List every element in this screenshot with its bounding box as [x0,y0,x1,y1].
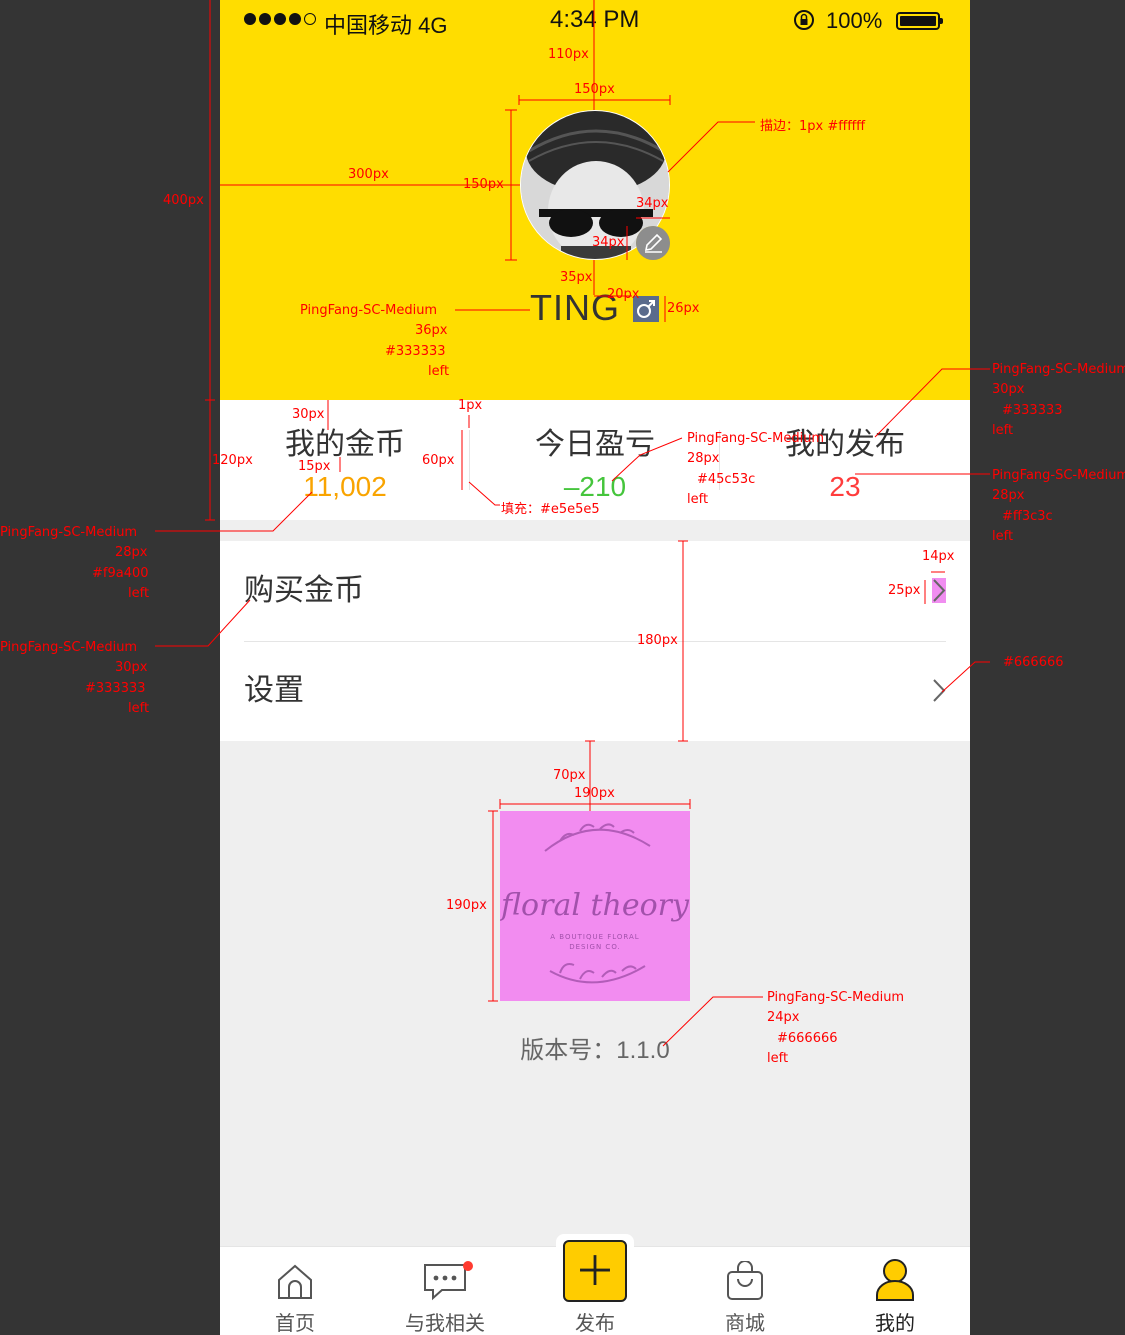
tab-label: 首页 [275,1313,315,1335]
annotation: 1px [458,398,483,413]
carrier-label: 中国移动 4G [324,13,448,38]
annotation: left [128,701,150,716]
annotation: 20px [607,287,640,302]
annotation: left [992,423,1014,438]
rotation-lock-icon [794,10,814,30]
annotation: 34px [592,235,625,250]
annotation: 28px [687,451,720,466]
home-icon [278,1264,312,1299]
annotation: 26px [667,301,700,316]
brand-logo: floral theory A BOUTIQUE FLORAL DESIGN C… [500,811,690,1001]
annotation: 400px [163,193,204,208]
edit-avatar-icon[interactable] [636,226,670,260]
person-icon [876,1259,914,1301]
stat-value: 11,002 [303,471,387,502]
annotation: 36px [415,323,448,338]
annotation: PingFang-SC-Medium [300,303,438,318]
annotation: 34px [636,196,669,211]
annotation: 190px [446,898,487,913]
clock: 4:34 PM [550,6,640,33]
svg-text:A BOUTIQUE FLORAL: A BOUTIQUE FLORAL [550,933,639,941]
svg-text:DESIGN CO.: DESIGN CO. [569,943,621,951]
annotation: 15px [298,459,331,474]
stat-value: 23 [829,471,861,502]
tab-label: 与我相关 [405,1313,485,1335]
profile-header: 中国移动 4G 4:34 PM 100% TING [220,0,970,400]
battery-percent: 100% [826,8,883,33]
signal-icon [244,13,316,25]
stat-today-pnl[interactable]: 今日盈亏 –210 [470,428,720,503]
annotation: PingFang-SC-Medium [687,431,825,446]
annotation: PingFang-SC-Medium [767,990,905,1005]
menu-item-label: 设置 [244,674,304,707]
annotation: 30px [992,382,1025,397]
menu-item-buy-coins[interactable]: 购买金币 [220,541,970,641]
battery-icon [896,12,943,30]
annotation: PingFang-SC-Medium [0,640,138,655]
annotation: 描边：1px #ffffff [760,119,866,134]
annotation: 28px [992,488,1025,503]
annotation: left [767,1051,789,1066]
annotation: 24px [767,1010,800,1025]
annotation: 14px [922,549,955,564]
tab-related[interactable]: 与我相关 [370,1247,520,1335]
annotation: 30px [115,660,148,675]
annotation: 180px [637,633,678,648]
tab-label: 发布 [575,1313,615,1335]
tab-home[interactable]: 首页 [220,1247,370,1335]
chevron-right-icon [932,578,946,603]
annotation: left [992,529,1014,544]
annotation: 28px [115,545,148,560]
annotation: left [128,586,150,601]
menu-item-label: 购买金币 [244,574,364,607]
svg-text:floral theory: floral theory [500,888,690,923]
annotation: left [428,364,450,379]
annotation: 110px [548,47,589,62]
annotation: 60px [422,453,455,468]
annotation: 150px [574,82,615,97]
annotation: #f9a400 [92,566,149,581]
tab-label: 商城 [725,1313,765,1335]
annotation: 70px [553,768,586,783]
publish-button[interactable] [563,1240,627,1302]
annotation: 300px [348,167,389,182]
annotation: 30px [292,407,325,422]
stat-label: 今日盈亏 [535,428,655,461]
annotation: #ff3c3c [1002,509,1053,524]
annotation: #666666 [1003,655,1064,670]
menu-item-settings[interactable]: 设置 [220,641,970,741]
annotation: PingFang-SC-Medium [992,362,1125,377]
annotation: #333333 [385,344,446,359]
annotation: 120px [212,453,253,468]
annotation: PingFang-SC-Medium [0,525,138,540]
version-label: 版本号：1.1.0 [520,1037,670,1064]
annotation: left [687,492,709,507]
bag-icon [727,1261,763,1300]
tab-mine[interactable]: 我的 [820,1247,970,1335]
status-bar: 中国移动 4G 4:34 PM 100% [220,0,970,42]
annotation: #333333 [85,681,146,696]
phone-screen: 中国移动 4G 4:34 PM 100% TING 我的金币 11,002 今日… [220,0,970,1335]
chevron-right-icon [933,679,946,702]
notification-badge [463,1261,473,1271]
menu-list: 购买金币 设置 [220,541,970,741]
annotation: 25px [888,583,921,598]
annotation: PingFang-SC-Medium [992,468,1125,483]
annotation: 190px [574,786,615,801]
annotation: #666666 [777,1031,838,1046]
annotation: 填充：#e5e5e5 [501,502,600,517]
annotation: #333333 [1002,403,1063,418]
tab-label: 我的 [875,1313,915,1335]
message-icon [424,1264,466,1301]
annotation: #45c53c [697,472,756,487]
tab-mall[interactable]: 商城 [670,1247,820,1335]
annotation: 150px [463,177,504,192]
annotation: 35px [560,270,593,285]
